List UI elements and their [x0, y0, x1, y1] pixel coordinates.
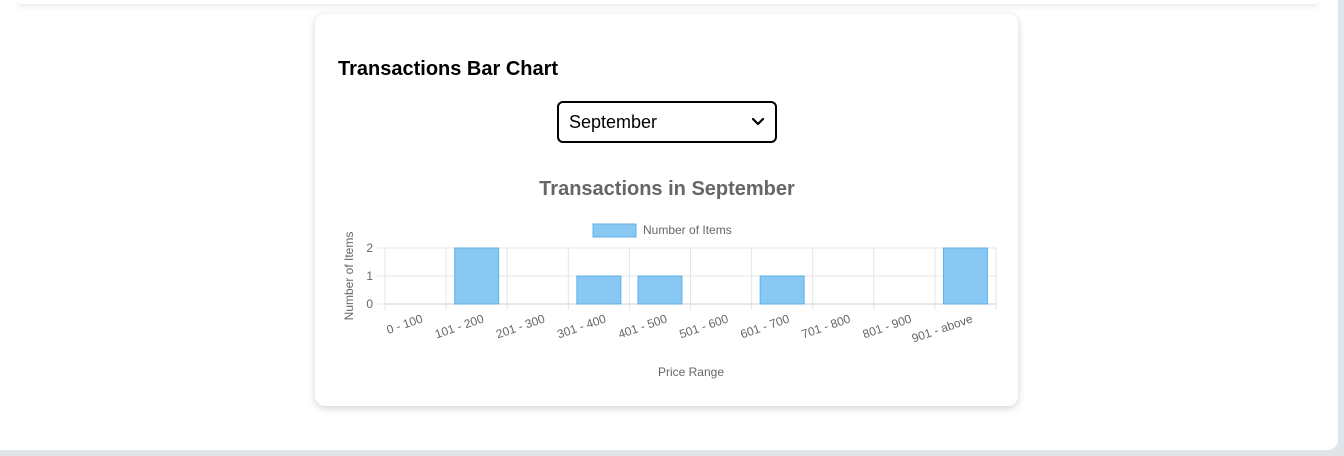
x-axis-ticks: 0 - 100 101 - 200 201 - 300 301 - 400 401 - … [385, 311, 975, 345]
x-tick-label: 201 - 300 [494, 311, 547, 341]
x-tick-label: 301 - 400 [555, 311, 608, 341]
y-axis-ticks: 0 1 2 [366, 241, 373, 311]
legend-label: Number of Items [643, 223, 732, 237]
x-tick-label: 101 - 200 [433, 311, 486, 341]
y-tick-label: 1 [366, 269, 373, 283]
bar-401-500[interactable] [637, 275, 683, 305]
x-tick-label: 0 - 100 [385, 311, 425, 337]
bar-601-700[interactable] [759, 275, 805, 305]
x-axis-label: Price Range [658, 365, 724, 379]
x-tick-label: 501 - 600 [678, 311, 731, 341]
x-tick-label: 401 - 500 [616, 311, 669, 341]
chart-title: Transactions in September [539, 178, 795, 200]
legend-swatch [592, 223, 637, 238]
top-card-edge [18, 0, 1318, 4]
x-tick-label: 901 - above [910, 311, 975, 345]
bar-301-400[interactable] [576, 275, 622, 305]
chart-legend[interactable]: Number of Items [592, 223, 732, 238]
bar-101-200[interactable] [454, 247, 500, 305]
y-tick-label: 0 [366, 297, 373, 311]
x-tick-label: 601 - 700 [739, 311, 792, 341]
transactions-chart-card: Transactions Bar Chart September Transac… [315, 14, 1018, 406]
bar-chart: Transactions in September Number of Item… [342, 178, 997, 379]
x-tick-label: 701 - 800 [800, 311, 853, 341]
x-tick-label: 801 - 900 [861, 311, 914, 341]
y-axis-label: Number of Items [342, 232, 356, 321]
y-tick-label: 2 [366, 241, 373, 255]
bar-901-above[interactable] [942, 247, 988, 305]
